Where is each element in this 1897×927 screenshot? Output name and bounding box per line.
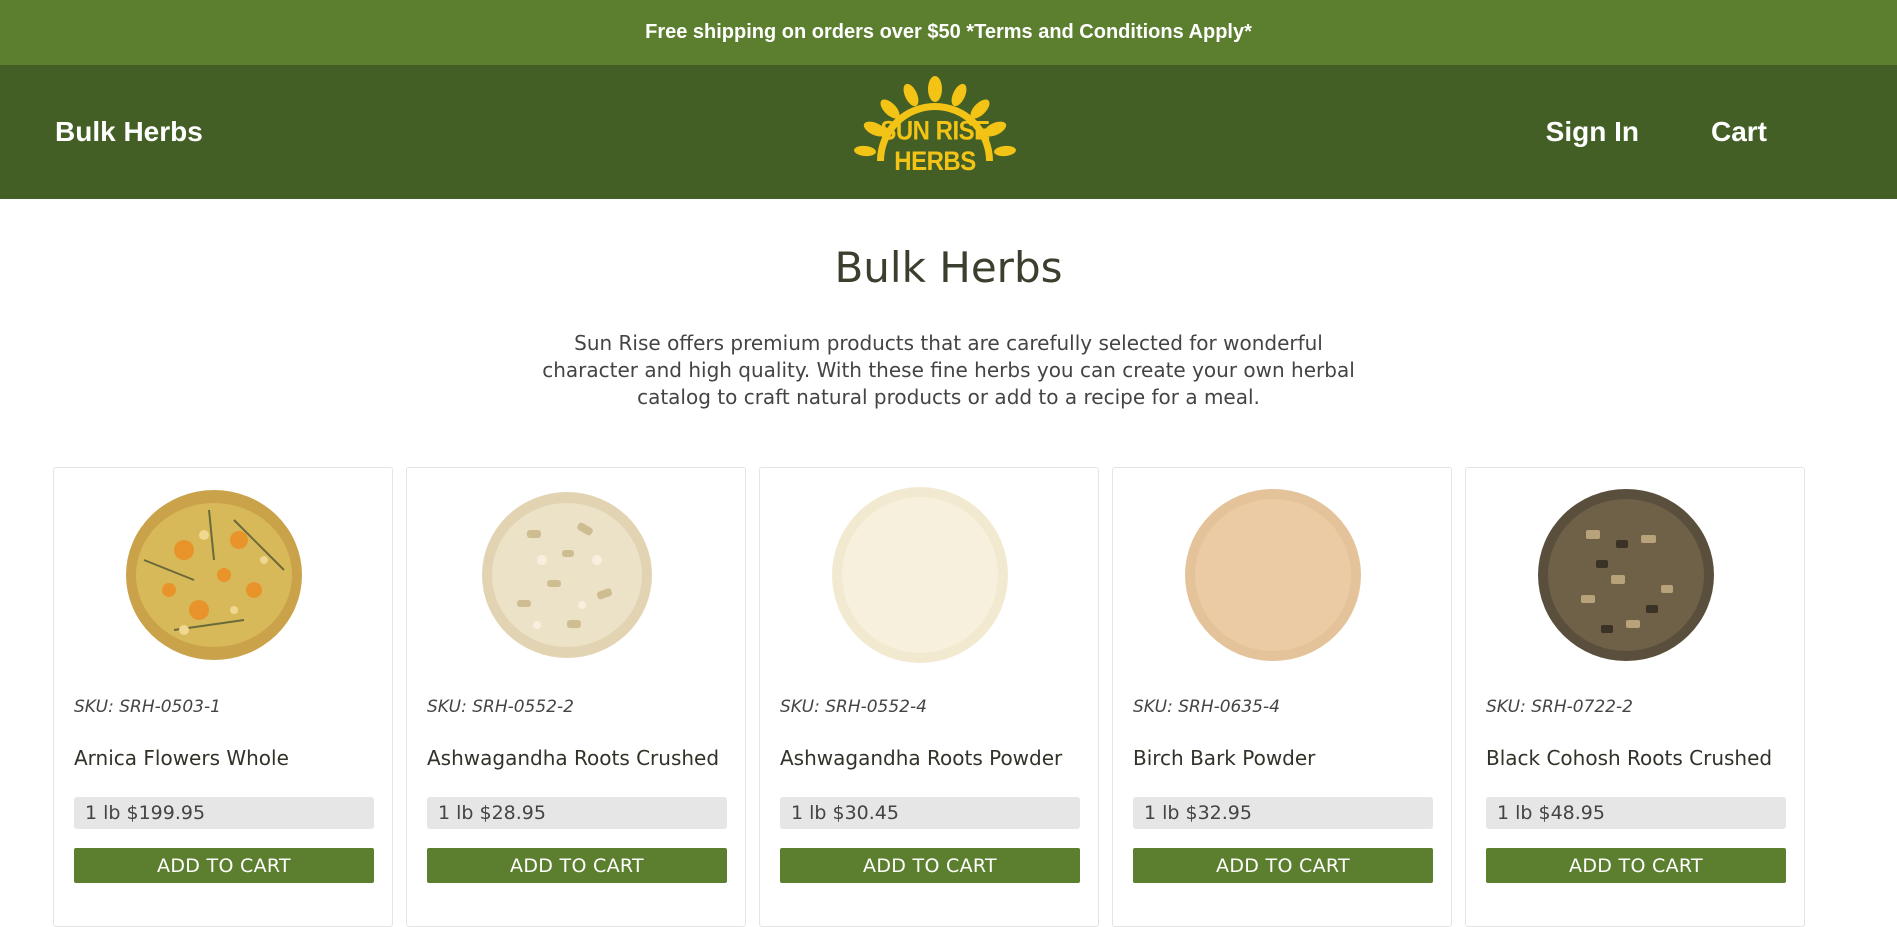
product-name[interactable]: Arnica Flowers Whole [74,746,289,770]
site-logo[interactable]: SUN RISE HERBS [845,73,1025,191]
announcement-bar: Free shipping on orders over $50 *Terms … [0,0,1897,65]
ashwagandha-powder-image[interactable] [820,480,1020,670]
arnica-flowers-image[interactable] [114,480,314,670]
intro-section: Bulk Herbs Sun Rise offers premium produ… [0,199,1897,411]
logo-text: SUN RISE HERBS [880,116,990,177]
product-sku: SKU: SRH-0503-1 [74,697,221,717]
product-name[interactable]: Ashwagandha Roots Crushed [427,746,719,770]
product-price-select[interactable]: 1 lb $32.95 [1133,797,1433,829]
add-to-cart-button[interactable]: ADD TO CART [74,848,374,883]
add-to-cart-button[interactable]: ADD TO CART [427,848,727,883]
product-card[interactable]: SKU: SRH-0635-4 Birch Bark Powder 1 lb $… [1112,467,1452,927]
birch-bark-powder-image[interactable] [1173,480,1373,670]
ashwagandha-crushed-image[interactable] [467,480,667,670]
product-card[interactable]: SKU: SRH-0552-4 Ashwagandha Roots Powder… [759,467,1099,927]
product-price-select[interactable]: 1 lb $48.95 [1486,797,1786,829]
product-name[interactable]: Black Cohosh Roots Crushed [1486,746,1772,770]
product-name[interactable]: Birch Bark Powder [1133,746,1315,770]
product-grid: SKU: SRH-0503-1 Arnica Flowers Whole 1 l… [53,467,1805,927]
add-to-cart-button[interactable]: ADD TO CART [1133,848,1433,883]
intro-text: Sun Rise offers premium products that ar… [542,331,1355,409]
site-header: Bulk Herbs SUN RISE HERBS Sign In Cart [0,65,1897,199]
announcement-text: Free shipping on orders over $50 *Terms … [645,21,1252,43]
product-price-select[interactable]: 1 lb $199.95 [74,797,374,829]
product-card[interactable]: SKU: SRH-0722-2 Black Cohosh Roots Crush… [1465,467,1805,927]
product-sku: SKU: SRH-0635-4 [1133,697,1280,717]
add-to-cart-button[interactable]: ADD TO CART [780,848,1080,883]
cart-link[interactable]: Cart [1711,116,1767,148]
product-sku: SKU: SRH-0552-4 [780,697,927,717]
page-title: Bulk Herbs [834,243,1063,292]
product-price-select[interactable]: 1 lb $30.45 [780,797,1080,829]
header-right-nav: Sign In Cart [1546,65,1767,199]
product-card[interactable]: SKU: SRH-0503-1 Arnica Flowers Whole 1 l… [53,467,393,927]
black-cohosh-crushed-image[interactable] [1526,480,1726,670]
product-name[interactable]: Ashwagandha Roots Powder [780,746,1062,770]
add-to-cart-button[interactable]: ADD TO CART [1486,848,1786,883]
product-sku: SKU: SRH-0722-2 [1486,697,1633,717]
sign-in-link[interactable]: Sign In [1546,116,1639,148]
product-price-select[interactable]: 1 lb $28.95 [427,797,727,829]
product-card[interactable]: SKU: SRH-0552-2 Ashwagandha Roots Crushe… [406,467,746,927]
nav-bulk-herbs-link[interactable]: Bulk Herbs [55,65,203,199]
product-sku: SKU: SRH-0552-2 [427,697,574,717]
